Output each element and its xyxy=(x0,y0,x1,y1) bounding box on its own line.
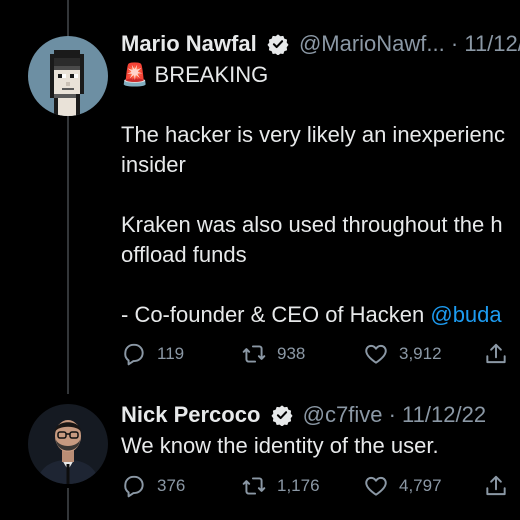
reply-icon xyxy=(124,343,144,366)
tweet-text-line: The hacker is very likely an inexperienc xyxy=(121,122,505,147)
siren-emoji-icon: 🚨 xyxy=(121,62,149,87)
reply-button[interactable]: 119 xyxy=(121,341,184,367)
twitter-thread: Mario Nawfal @MarioNawf... · 11/12/ 🚨 BR… xyxy=(0,0,520,520)
tweet-mario-nawfal[interactable]: Mario Nawfal @MarioNawf... · 11/12/ 🚨 BR… xyxy=(0,0,520,390)
mention-link[interactable]: @buda xyxy=(430,302,501,327)
heart-icon xyxy=(365,476,387,496)
tweet-text-segment: - Co-founder & CEO of Hacken xyxy=(121,302,431,327)
avatar-mario-nawfal[interactable] xyxy=(28,36,108,116)
tweet-nick-percoco[interactable]: Nick Percoco @c7five · 11/12/22 We know … xyxy=(0,390,520,520)
like-count: 3,912 xyxy=(399,344,442,363)
author-name[interactable]: Nick Percoco xyxy=(121,402,260,427)
headline-text: BREAKING xyxy=(154,62,269,87)
tweet-text-line: Kraken was also used throughout the h xyxy=(121,212,503,237)
profile-photo-icon xyxy=(28,404,108,484)
tweet-headline: 🚨 BREAKING xyxy=(121,60,268,90)
tweet-actions: 119 938 3,912 xyxy=(121,341,520,367)
retweet-button[interactable]: 938 xyxy=(241,341,305,367)
share-button[interactable] xyxy=(483,473,509,499)
retweet-icon xyxy=(242,345,266,363)
author-name[interactable]: Mario Nawfal xyxy=(121,31,257,56)
share-icon xyxy=(486,475,506,496)
header-separator: · xyxy=(388,402,396,427)
tweet-text-line: insider xyxy=(121,152,186,177)
pixel-punk-avatar-icon xyxy=(28,36,108,116)
tweet-text-line: We know the identity of the user. xyxy=(121,433,439,458)
share-icon xyxy=(486,343,506,364)
tweet-text-line: offload funds xyxy=(121,242,247,267)
header-separator: · xyxy=(450,31,459,56)
retweet-count: 1,176 xyxy=(277,476,320,495)
avatar-nick-percoco[interactable] xyxy=(28,404,108,484)
tweet-date[interactable]: 11/12/22 xyxy=(402,402,486,427)
retweet-count: 938 xyxy=(277,344,306,363)
share-button[interactable] xyxy=(483,341,509,367)
reply-count: 376 xyxy=(157,476,186,495)
tweet-header: Mario Nawfal @MarioNawf... · 11/12/ xyxy=(121,30,520,58)
like-button[interactable]: 3,912 xyxy=(363,341,442,367)
reply-icon xyxy=(124,475,144,498)
retweet-button[interactable]: 1,176 xyxy=(241,473,320,499)
like-button[interactable]: 4,797 xyxy=(363,473,442,499)
retweet-icon xyxy=(242,477,266,495)
verified-badge-icon xyxy=(267,34,289,55)
reply-count: 119 xyxy=(157,344,185,363)
tweet-header: Nick Percoco @c7five · 11/12/22 xyxy=(121,401,486,429)
verified-badge-icon xyxy=(270,405,293,426)
like-count: 4,797 xyxy=(399,476,442,495)
heart-icon xyxy=(365,344,387,364)
author-handle[interactable]: @MarioNawf... xyxy=(299,31,445,56)
reply-button[interactable]: 376 xyxy=(121,473,185,499)
tweet-actions: 376 1,176 4,797 xyxy=(121,473,520,499)
author-handle[interactable]: @c7five xyxy=(303,402,383,427)
tweet-text-line: - Co-founder & CEO of Hacken @buda xyxy=(121,300,502,330)
tweet-date[interactable]: 11/12/ xyxy=(464,31,520,56)
